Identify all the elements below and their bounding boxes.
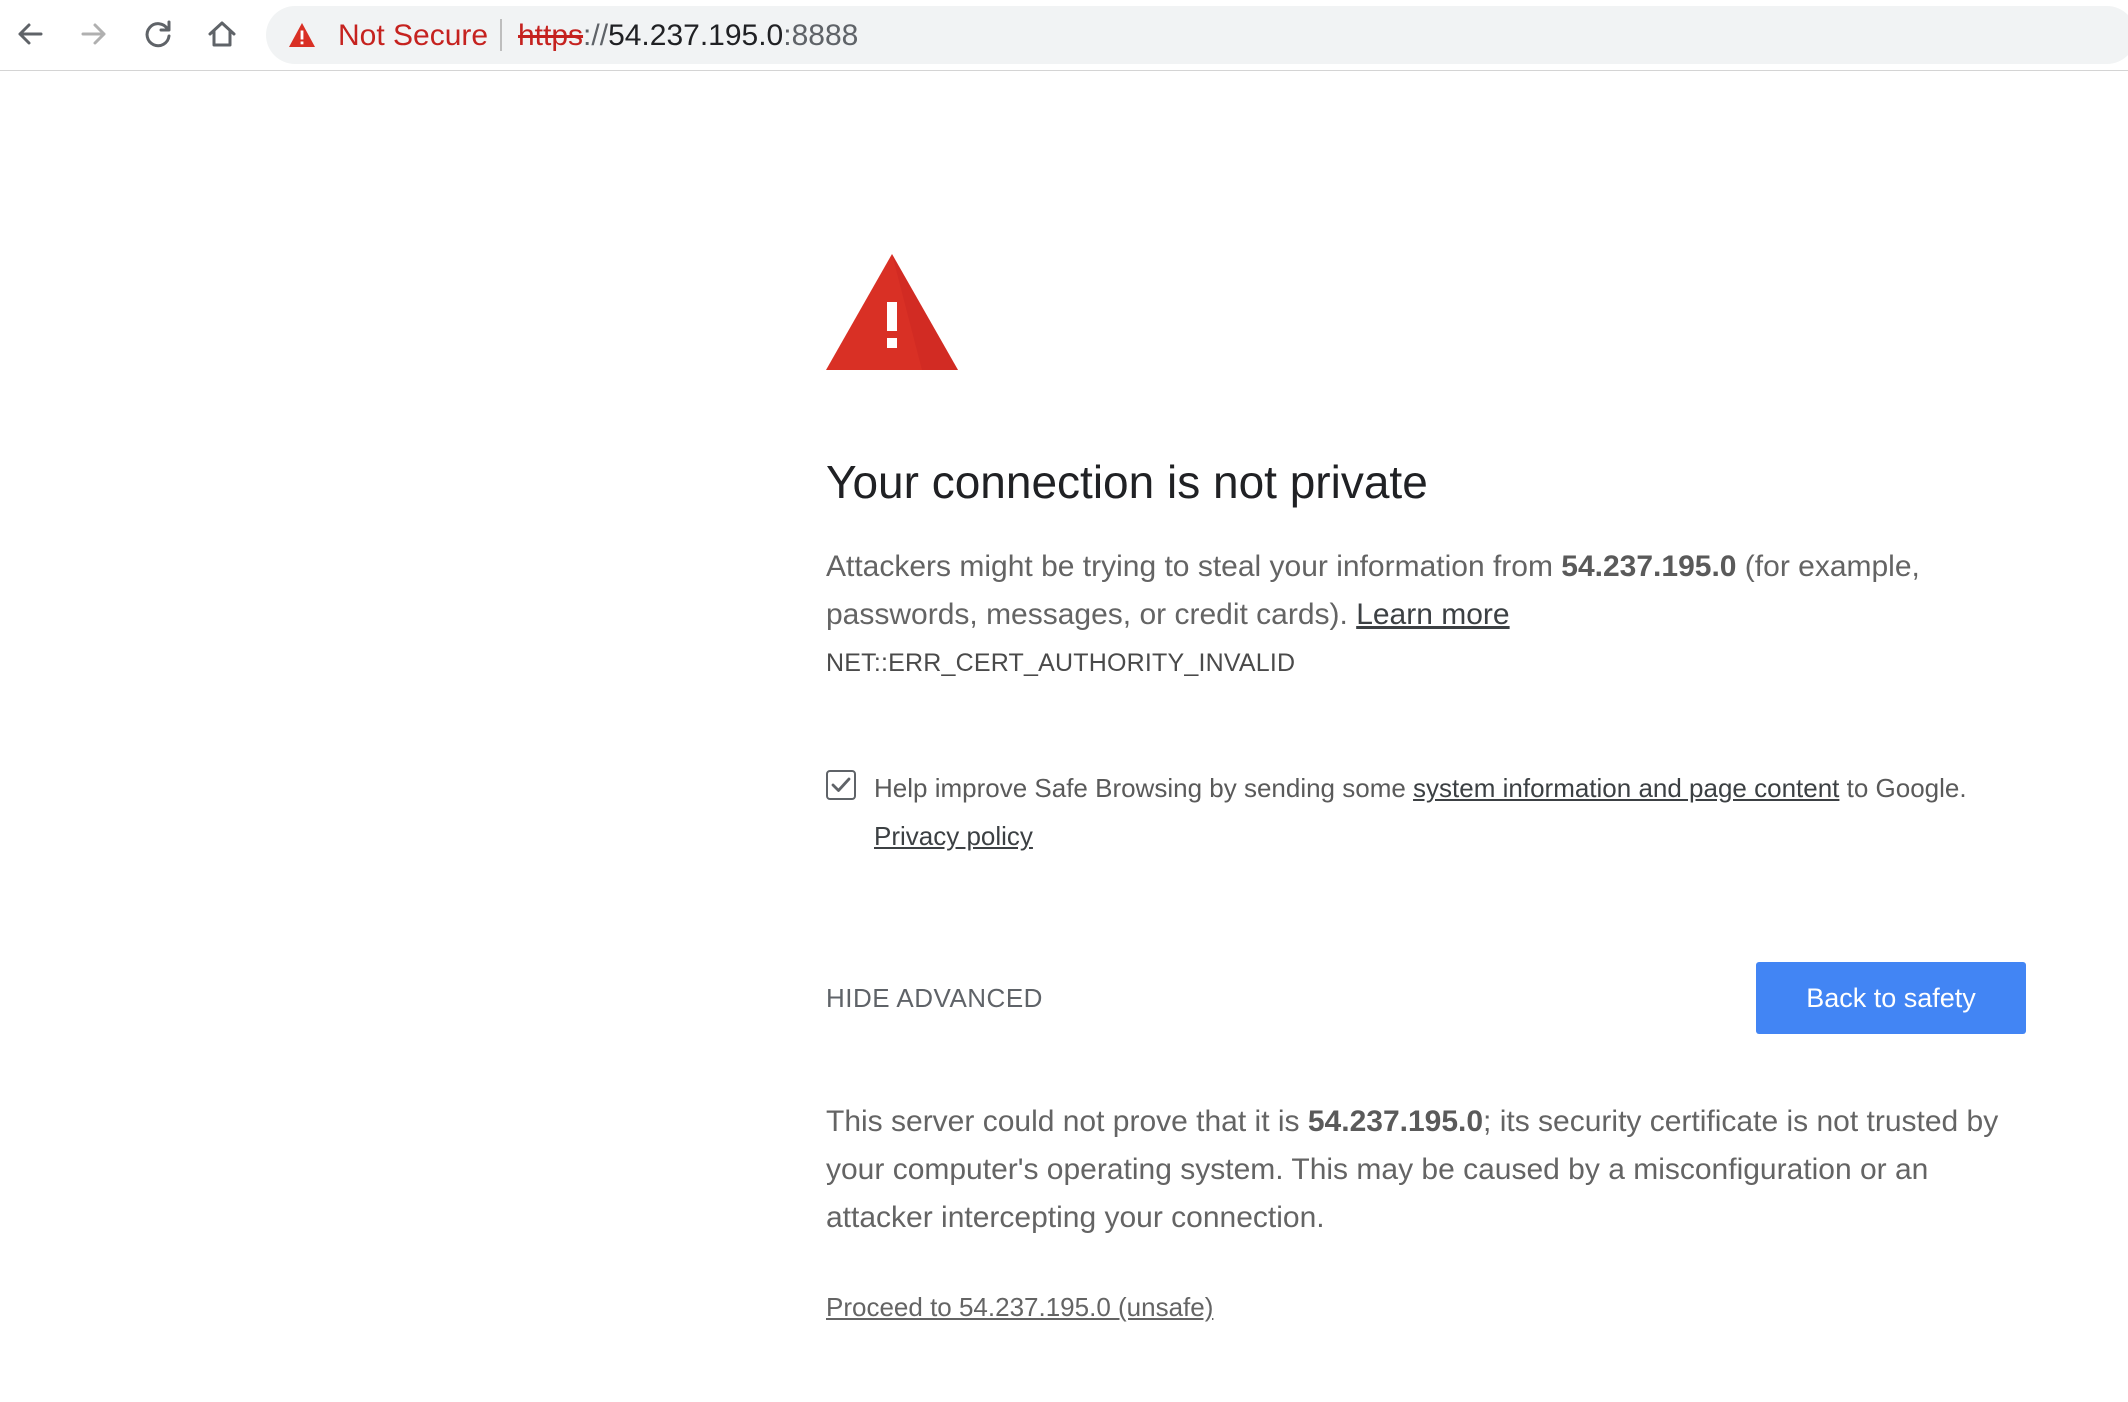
safe-browsing-checkbox[interactable]	[826, 770, 856, 800]
back-to-safety-button[interactable]: Back to safety	[1756, 962, 2026, 1034]
browser-toolbar: Not Secure https://54.237.195.0:8888	[0, 0, 2128, 71]
main-message: Attackers might be trying to steal your …	[826, 543, 2026, 639]
back-button[interactable]	[10, 14, 50, 54]
learn-more-link[interactable]: Learn more	[1356, 598, 1509, 631]
page-title: Your connection is not private	[826, 456, 1428, 508]
url-port: :8888	[783, 19, 859, 52]
address-divider	[500, 19, 502, 51]
safe-browsing-text: Help improve Safe Browsing by sending so…	[874, 764, 2054, 860]
advanced-details: This server could not prove that it is 5…	[826, 1098, 2026, 1242]
safe-browsing-text-end: to Google.	[1839, 773, 1967, 803]
details-text: This server could not prove that it is	[826, 1105, 1308, 1138]
reload-icon	[145, 20, 171, 48]
warning-triangle-icon[interactable]	[288, 22, 316, 48]
details-host: 54.237.195.0	[1307, 1105, 1484, 1138]
reload-button[interactable]	[138, 14, 178, 54]
warning-triangle-icon	[826, 254, 958, 370]
checkmark-icon	[831, 777, 851, 792]
home-icon	[208, 21, 236, 47]
hide-advanced-button[interactable]: HIDE ADVANCED	[826, 980, 1043, 1016]
url-host: 54.237.195.0	[608, 19, 784, 52]
main-message-host: 54.237.195.0	[1561, 550, 1737, 583]
url-text[interactable]: https://54.237.195.0:8888	[518, 19, 858, 53]
security-status-label[interactable]: Not Secure	[338, 19, 488, 53]
forward-button[interactable]	[74, 14, 114, 54]
safe-browsing-text-start: Help improve Safe Browsing by sending so…	[874, 773, 1414, 803]
privacy-policy-link[interactable]: Privacy policy	[874, 821, 1033, 851]
arrow-right-icon	[81, 23, 106, 45]
url-scheme: https	[518, 19, 584, 52]
address-bar[interactable]: Not Secure https://54.237.195.0:8888	[266, 6, 2128, 64]
arrow-left-icon	[18, 23, 43, 45]
error-code: NET::ERR_CERT_AUTHORITY_INVALID	[826, 649, 1296, 677]
proceed-unsafe-link[interactable]: Proceed to 54.237.195.0 (unsafe)	[826, 1290, 1213, 1324]
home-button[interactable]	[202, 14, 242, 54]
main-message-text: Attackers might be trying to steal your …	[826, 550, 1562, 583]
system-info-link[interactable]: system information and page content	[1413, 773, 1839, 803]
url-separator: ://	[583, 19, 609, 52]
